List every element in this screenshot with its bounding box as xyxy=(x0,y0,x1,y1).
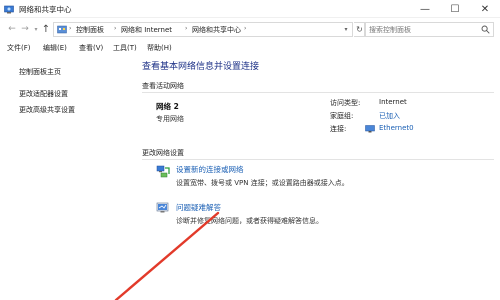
troubleshoot-problems-description: 诊断并修复网络问题，或者获得疑难解答信息。 xyxy=(176,217,323,225)
sidebar-item-change-adapter-settings[interactable]: 更改适配器设置 xyxy=(19,89,68,99)
homegroup-label: 家庭组: xyxy=(330,112,354,120)
sidebar-item-control-panel-home[interactable]: 控制面板主页 xyxy=(19,67,61,77)
troubleshoot-problems-link[interactable]: 问题疑难解答 xyxy=(176,202,221,213)
menu-edit[interactable]: 编辑(E) xyxy=(43,43,67,53)
new-connection-icon xyxy=(156,165,170,178)
menu-bar: 文件(F) 编辑(E) 查看(V) 工具(T) 帮助(H) xyxy=(0,41,500,54)
address-dropdown-chevron-icon[interactable]: ▾ xyxy=(340,22,352,37)
menu-view[interactable]: 查看(V) xyxy=(79,43,103,53)
sidebar-item-change-advanced-sharing[interactable]: 更改高级共享设置 xyxy=(19,105,75,115)
address-bar[interactable]: › 控制面板 › 网络和 Internet › 网络和共享中心 › xyxy=(53,22,353,37)
menu-tools[interactable]: 工具(T) xyxy=(113,43,137,53)
change-network-settings-heading: 更改网络设置 xyxy=(142,149,184,157)
connections-label: 连接: xyxy=(330,125,347,133)
control-panel-icon xyxy=(57,25,67,34)
active-networks-heading: 查看活动网络 xyxy=(142,82,184,90)
search-icon[interactable] xyxy=(481,25,490,34)
breadcrumb-control-panel[interactable]: 控制面板 xyxy=(76,25,104,35)
breadcrumb-separator-icon: › xyxy=(69,25,72,32)
breadcrumb-separator-icon: › xyxy=(244,25,247,32)
title-bar: 网络和共享中心 — ☐ ✕ xyxy=(0,0,500,18)
breadcrumb-separator-icon: › xyxy=(185,25,188,32)
access-type-value: Internet xyxy=(379,98,407,106)
troubleshoot-icon xyxy=(156,202,169,213)
main-content: 查看基本网络信息并设置连接 查看活动网络 网络 2 专用网络 访问类型: Int… xyxy=(136,55,500,300)
divider xyxy=(142,159,494,160)
back-arrow-icon[interactable]: ← xyxy=(6,22,18,36)
search-input[interactable] xyxy=(365,23,477,36)
ethernet-icon xyxy=(365,125,375,133)
network-name: 网络 2 xyxy=(156,102,179,111)
up-arrow-icon[interactable]: ↑ xyxy=(40,22,52,36)
sidebar: 控制面板主页 更改适配器设置 更改高级共享设置 xyxy=(0,55,136,300)
setup-new-connection-description: 设置宽带、拨号或 VPN 连接；或设置路由器或接入点。 xyxy=(176,179,349,187)
menu-help[interactable]: 帮助(H) xyxy=(147,43,172,53)
search-box[interactable] xyxy=(364,22,494,37)
breadcrumb-separator-icon: › xyxy=(114,25,117,32)
access-type-label: 访问类型: xyxy=(330,99,361,107)
homegroup-value-link[interactable]: 已加入 xyxy=(379,111,400,121)
network-type-link[interactable]: 专用网络 xyxy=(156,114,184,124)
divider xyxy=(142,92,494,93)
window-title: 网络和共享中心 xyxy=(19,5,72,14)
menu-file[interactable]: 文件(F) xyxy=(7,43,31,53)
breadcrumb-network-internet[interactable]: 网络和 Internet xyxy=(121,25,172,35)
minimize-button[interactable]: — xyxy=(410,0,440,18)
setup-new-connection-link[interactable]: 设置新的连接或网络 xyxy=(176,164,244,175)
address-row: ← → ▾ ↑ › 控制面板 › 网络和 Internet › 网络和共享中心 … xyxy=(0,19,500,40)
maximize-button[interactable]: ☐ xyxy=(440,0,470,18)
close-button[interactable]: ✕ xyxy=(470,0,500,18)
page-title: 查看基本网络信息并设置连接 xyxy=(142,62,260,72)
ethernet-connection-link[interactable]: Ethernet0 xyxy=(379,124,414,132)
breadcrumb-network-sharing-center[interactable]: 网络和共享中心 xyxy=(192,25,241,35)
network-center-app-icon xyxy=(4,5,14,14)
